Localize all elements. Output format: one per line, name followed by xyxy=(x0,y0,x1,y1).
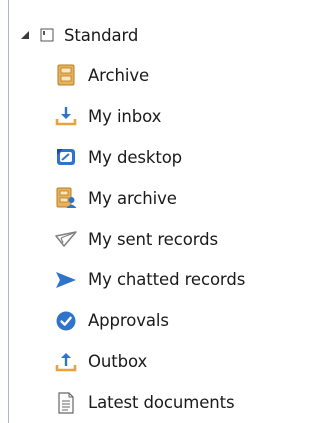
expanded-triangle-icon[interactable] xyxy=(18,28,32,42)
tree-item-latest-documents[interactable]: Latest documents xyxy=(54,382,275,423)
sent-paper-plane-icon xyxy=(54,227,78,251)
navigation-tree-panel: Standard Archive My inbox My desktop My … xyxy=(0,0,275,423)
tree-item-label: My archive xyxy=(88,188,177,208)
check-circle-icon xyxy=(54,309,78,333)
panel-left-border xyxy=(8,0,9,423)
document-icon xyxy=(54,391,78,415)
folder-page-icon xyxy=(40,28,54,42)
tree-item-label: Outbox xyxy=(88,352,148,372)
tree-children: Archive My inbox My desktop My archive M… xyxy=(54,55,275,423)
tree-item-label: Approvals xyxy=(88,311,169,331)
tree-item-my-archive[interactable]: My archive xyxy=(54,178,275,219)
tree-item-my-desktop[interactable]: My desktop xyxy=(54,137,275,178)
my-archive-icon xyxy=(54,186,78,210)
outbox-upload-icon xyxy=(54,350,78,374)
tree-item-label: My sent records xyxy=(88,229,218,249)
tree-item-label: My chatted records xyxy=(88,270,246,290)
tree-item-outbox[interactable]: Outbox xyxy=(54,341,275,382)
tree-node-standard[interactable]: Standard xyxy=(18,22,138,48)
desktop-icon xyxy=(54,145,78,169)
tree-item-approvals[interactable]: Approvals xyxy=(54,300,275,341)
tree-item-archive[interactable]: Archive xyxy=(54,55,275,96)
tree-item-label: Archive xyxy=(88,65,150,85)
tree-item-label: My desktop xyxy=(88,147,183,167)
archive-icon xyxy=(54,63,78,87)
tree-item-my-sent-records[interactable]: My sent records xyxy=(54,219,275,260)
tree-node-label: Standard xyxy=(64,25,139,45)
send-arrow-icon xyxy=(54,268,78,292)
inbox-download-icon xyxy=(54,104,78,128)
tree-item-label: Latest documents xyxy=(88,393,235,413)
tree-item-my-chatted-records[interactable]: My chatted records xyxy=(54,259,275,300)
tree-item-my-inbox[interactable]: My inbox xyxy=(54,96,275,137)
tree-item-label: My inbox xyxy=(88,106,162,126)
